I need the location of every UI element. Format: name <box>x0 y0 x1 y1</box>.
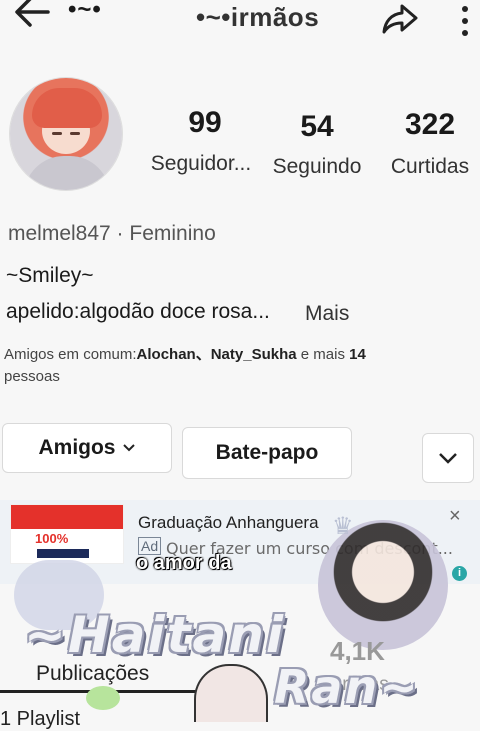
short-username: •~• <box>68 0 102 23</box>
mutual-middle: e mais <box>296 346 350 363</box>
bio-line: apelido:algodão doce rosa... <box>6 300 270 323</box>
mutual-prefix: Amigos em comum: <box>4 346 137 363</box>
arrow-left-icon[interactable] <box>10 0 54 34</box>
likes-count: 322 <box>404 108 456 141</box>
sticker-character <box>194 664 268 722</box>
close-icon[interactable]: × <box>449 505 461 528</box>
mutual-names: Alochan、Naty_Sukha <box>136 346 297 363</box>
info-icon[interactable]: i <box>452 566 467 581</box>
ad-thumb-percent: 100% <box>35 531 69 546</box>
vertical-dots-icon[interactable] <box>458 4 472 38</box>
followers-label[interactable]: Seguidor... <box>140 152 262 176</box>
chat-button[interactable]: Bate-papo <box>182 427 352 479</box>
crown-icon: ♛ <box>332 513 354 540</box>
mutual-friends[interactable]: Amigos em comum:Alochan、Naty_Sukha e mai… <box>4 344 434 388</box>
followers-count[interactable]: 99 <box>160 106 250 140</box>
bio-line: ~Smiley~ <box>6 264 94 287</box>
page-title: •~•irmãos <box>196 2 320 32</box>
following-label[interactable]: Seguindo <box>264 155 370 179</box>
avatar[interactable] <box>10 78 122 190</box>
tab-posts[interactable]: Publicações <box>36 662 149 686</box>
mutual-count: 14 <box>349 346 366 363</box>
friends-button-label: Amigos <box>38 436 116 459</box>
friends-button[interactable]: Amigos <box>2 423 172 473</box>
ad-thumbnail[interactable]: 100% <box>10 504 124 564</box>
overlay-sticker-text: Ran~ <box>274 660 420 714</box>
bio-more-link[interactable]: Mais <box>305 302 349 326</box>
top-bar: •~• •~•irmãos <box>0 0 480 40</box>
following-count[interactable]: 54 <box>272 110 362 144</box>
chevron-down-icon <box>122 444 135 452</box>
chat-button-label: Bate-papo <box>215 441 319 464</box>
overlay-sticker-text: ~Haitani <box>24 606 285 664</box>
username-gender: melmel847 · Feminino <box>8 222 216 245</box>
likes-label: Curtidas <box>390 155 470 178</box>
mutual-suffix: pessoas <box>4 368 60 385</box>
chevron-down-icon <box>439 453 457 464</box>
sticker-character <box>86 686 120 710</box>
suggestions-toggle-button[interactable] <box>422 433 474 483</box>
ad-title[interactable]: Graduação Anhanguera <box>138 513 319 533</box>
share-icon[interactable] <box>380 0 420 36</box>
video-caption: o amor da <box>136 552 232 574</box>
